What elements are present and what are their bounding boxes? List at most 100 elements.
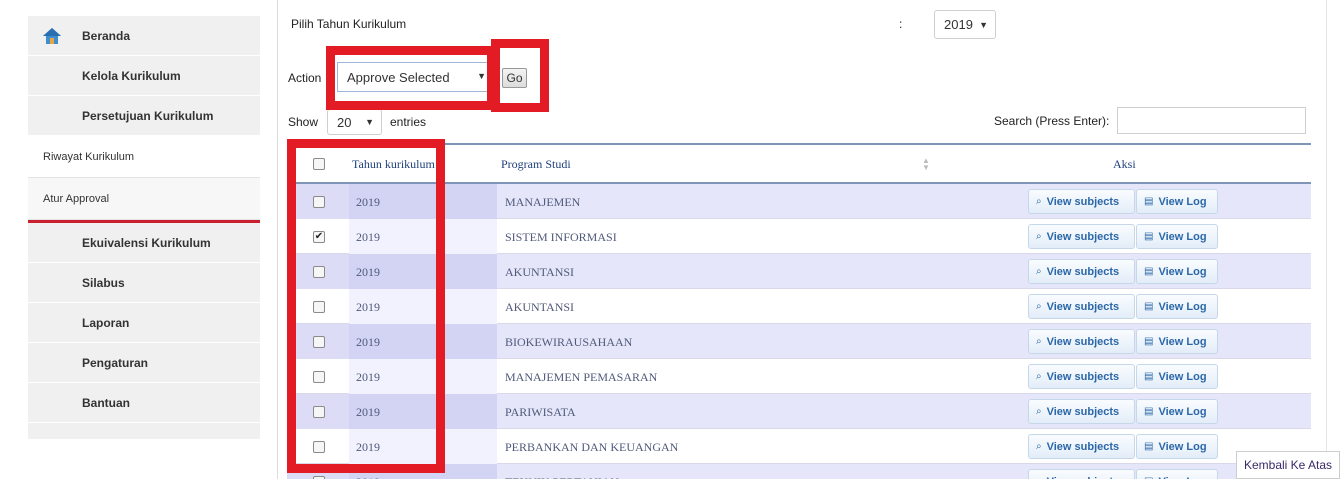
view-log-button[interactable]: ▤ View Log <box>1136 294 1218 319</box>
program-studi-cell: MANAJEMEN <box>505 195 581 209</box>
view-log-label: View Log <box>1158 265 1207 278</box>
view-subjects-label: View subjects <box>1047 476 1120 479</box>
view-log-label: View Log <box>1158 195 1207 208</box>
view-log-button[interactable]: ▤View Log <box>1136 434 1218 459</box>
sidebar-item-label: Bantuan <box>82 395 130 410</box>
search-icon: ⌕ <box>1036 371 1042 382</box>
view-log-label: View Log <box>1158 300 1207 313</box>
sort-icon[interactable]: ▲ ▼ <box>922 157 930 172</box>
sidebar-subitem-atur-approval[interactable]: Atur Approval <box>28 178 260 220</box>
action-label: Action <box>288 71 322 85</box>
view-subjects-label: View subjects <box>1046 230 1120 243</box>
sidebar-item-kelola-kurikulum[interactable]: Kelola Kurikulum <box>28 56 260 96</box>
sidebar-item-pengaturan[interactable]: Pengaturan <box>28 343 260 383</box>
view-subjects-label: View subjects <box>1046 300 1120 313</box>
view-log-button[interactable]: ▤View Log <box>1136 224 1218 249</box>
search-icon: ⌕ <box>1036 266 1042 277</box>
sidebar-item-persetujuan-kurikulum[interactable]: Persetujuan Kurikulum <box>28 96 260 136</box>
view-subjects-button[interactable]: ⌕ View subjects <box>1028 329 1135 354</box>
sidebar-item-label: Persetujuan Kurikulum <box>82 108 214 123</box>
view-log-button[interactable]: ▤ View Log <box>1136 364 1218 389</box>
comment-icon: ▤ <box>1144 266 1154 277</box>
chevron-down-icon: ▼ <box>979 20 988 30</box>
home-icon <box>42 27 62 45</box>
show-label: Show <box>288 115 319 129</box>
year-filter-label: Pilih Tahun Kurikulum <box>291 17 407 31</box>
view-subjects-button[interactable]: ⌕ View subjects <box>1028 294 1135 319</box>
comment-icon: ▤ <box>1144 441 1154 452</box>
view-subjects-button[interactable]: ⌕ View subjects <box>1028 189 1135 214</box>
view-subjects-button[interactable]: ⌕View subjects <box>1028 434 1135 459</box>
view-subjects-button[interactable]: ⌕ View subjects <box>1028 364 1135 389</box>
comment-icon: ▤ <box>1144 196 1154 207</box>
view-subjects-label: View subjects <box>1046 195 1120 208</box>
program-studi-cell: BIOKEWIRAUSAHAAN <box>505 335 633 349</box>
view-subjects-label: View subjects <box>1046 440 1120 453</box>
sidebar-item-silabus[interactable]: Silabus <box>28 263 260 303</box>
annotation-box-action <box>326 46 496 110</box>
comment-icon: ▤ <box>1144 371 1154 382</box>
program-studi-cell: AKUNTANSI <box>505 300 575 314</box>
view-subjects-button[interactable]: ⌕ View subjects <box>1028 259 1135 284</box>
sidebar-item-label: Laporan <box>82 315 130 330</box>
view-log-label: View Log <box>1158 370 1207 383</box>
view-subjects-label: View subjects <box>1046 405 1120 418</box>
view-subjects-label: View subjects <box>1046 335 1120 348</box>
view-log-label: View Log <box>1158 335 1207 348</box>
year-select[interactable]: 2019 ▼ <box>934 10 996 39</box>
sidebar-item-label: Pengaturan <box>82 355 149 370</box>
program-studi-cell: PERBANKAN DAN KEUANGAN <box>505 440 679 454</box>
search-icon: ⌕ <box>1036 406 1042 417</box>
sidebar: Beranda Kelola Kurikulum Persetujuan Kur… <box>28 16 260 439</box>
program-studi-cell: SISTEM INFORMASI <box>505 230 617 244</box>
column-header-program-studi[interactable]: Program Studi <box>501 157 571 172</box>
content-divider <box>277 0 278 479</box>
sidebar-item-label: Silabus <box>82 275 125 290</box>
search-icon: ⌕ <box>1036 196 1042 207</box>
program-studi-cell: TEKNIK PERTANIAN <box>505 475 619 479</box>
view-log-label: View Log <box>1158 405 1207 418</box>
comment-icon: ▤ <box>1144 301 1154 312</box>
sidebar-item-laporan[interactable]: Laporan <box>28 303 260 343</box>
program-studi-cell: AKUNTANSI <box>505 265 575 279</box>
chevron-down-icon: ▼ <box>365 117 374 127</box>
sidebar-item-label: Beranda <box>82 28 131 43</box>
entries-select[interactable]: 20 ▼ <box>327 109 382 135</box>
view-log-button[interactable]: ▤View Log <box>1136 469 1218 479</box>
year-filter-colon: : <box>899 17 903 31</box>
comment-icon: ▤ <box>1144 336 1154 347</box>
sidebar-item-label: Kelola Kurikulum <box>82 68 181 83</box>
sidebar-item-ekuivalensi-kurikulum[interactable]: Ekuivalensi Kurikulum <box>28 223 260 263</box>
sidebar-item-bantuan[interactable]: Bantuan <box>28 383 260 423</box>
sidebar-item-beranda[interactable]: Beranda <box>28 16 260 56</box>
sidebar-footer <box>28 423 260 439</box>
search-icon: ⌕ <box>1036 301 1042 312</box>
view-log-button[interactable]: ▤ View Log <box>1136 329 1218 354</box>
search-icon: ⌕ <box>1036 231 1042 242</box>
view-subjects-button[interactable]: ⌕ View subjects <box>1028 224 1135 249</box>
view-log-button[interactable]: ▤ View Log <box>1136 259 1218 284</box>
annotation-box-checkbox-column <box>287 139 445 473</box>
view-log-button[interactable]: ▤ View Log <box>1136 399 1218 424</box>
sidebar-subitem-label: Atur Approval <box>43 192 110 205</box>
view-subjects-label: View subjects <box>1046 265 1120 278</box>
view-subjects-label: View subjects <box>1046 370 1120 383</box>
column-header-aksi: Aksi <box>1113 157 1136 171</box>
search-icon: ⌕ <box>1036 336 1042 347</box>
content-right-border <box>1326 0 1327 479</box>
view-subjects-button[interactable]: ⌕View subjects <box>1028 469 1135 479</box>
program-studi-cell: PARIWISATA <box>505 405 576 419</box>
year-select-value: 2019 <box>944 17 973 32</box>
sidebar-subitem-riwayat-kurikulum[interactable]: Riwayat Kurikulum <box>28 136 260 178</box>
comment-icon: ▤ <box>1144 231 1154 242</box>
view-log-button[interactable]: ▤ View Log <box>1136 189 1218 214</box>
sidebar-item-label: Ekuivalensi Kurikulum <box>82 235 211 250</box>
view-log-label: View Log <box>1158 476 1206 479</box>
back-to-top-button[interactable]: Kembali Ke Atas <box>1236 451 1340 479</box>
comment-icon: ▤ <box>1144 406 1154 417</box>
sidebar-subitem-label: Riwayat Kurikulum <box>43 150 135 163</box>
view-subjects-button[interactable]: ⌕ View subjects <box>1028 399 1135 424</box>
search-input[interactable] <box>1117 107 1306 134</box>
program-studi-cell: MANAJEMEN PEMASARAN <box>505 370 658 384</box>
entries-select-value: 20 <box>337 114 352 130</box>
